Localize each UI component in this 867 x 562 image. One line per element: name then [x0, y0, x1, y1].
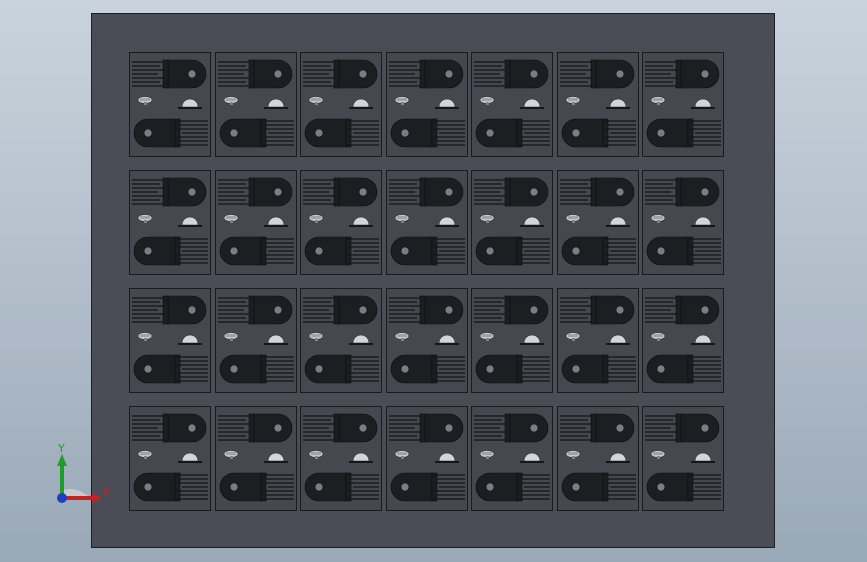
- hinge-part-graphic: [389, 413, 465, 502]
- hinge-part-graphic: [389, 59, 465, 148]
- hinge-part-graphic: [132, 177, 208, 266]
- hinge-part-graphic: [303, 59, 379, 148]
- hinge-part-graphic: [560, 177, 636, 266]
- hinge-part-graphic: [389, 177, 465, 266]
- hinge-part-graphic: [218, 59, 294, 148]
- hinge-part-graphic: [303, 413, 379, 502]
- cavity-cell[interactable]: [129, 52, 211, 157]
- graphics-viewport[interactable]: Y X: [0, 0, 867, 562]
- cavity-cell[interactable]: [129, 406, 211, 511]
- cavity-cell[interactable]: [642, 288, 724, 393]
- hinge-part-graphic: [218, 413, 294, 502]
- cavity-cell[interactable]: [471, 52, 553, 157]
- hinge-part-graphic: [645, 177, 721, 266]
- cavity-cell[interactable]: [557, 406, 639, 511]
- hinge-part-graphic: [560, 295, 636, 384]
- hinge-part-graphic: [645, 413, 721, 502]
- cavity-cell[interactable]: [215, 288, 297, 393]
- cavity-cell[interactable]: [642, 406, 724, 511]
- cavity-cell[interactable]: [386, 170, 468, 275]
- hinge-part-graphic: [474, 295, 550, 384]
- hinge-part-graphic: [218, 177, 294, 266]
- cavity-cell[interactable]: [129, 170, 211, 275]
- hinge-part-graphic: [474, 59, 550, 148]
- hinge-part-graphic: [132, 59, 208, 148]
- hinge-part-graphic: [132, 413, 208, 502]
- hinge-part-graphic: [474, 413, 550, 502]
- cavity-cell[interactable]: [215, 52, 297, 157]
- cavity-cell[interactable]: [300, 288, 382, 393]
- hinge-part-graphic: [303, 177, 379, 266]
- cavity-cell[interactable]: [642, 170, 724, 275]
- hinge-part-graphic: [645, 59, 721, 148]
- cavity-cell[interactable]: [557, 52, 639, 157]
- cavity-cell[interactable]: [300, 52, 382, 157]
- hinge-part-graphic: [474, 177, 550, 266]
- cavity-cell[interactable]: [557, 170, 639, 275]
- cavity-cell[interactable]: [129, 288, 211, 393]
- cavity-cell[interactable]: [300, 170, 382, 275]
- hinge-part-graphic: [645, 295, 721, 384]
- hinge-part-graphic: [303, 295, 379, 384]
- cavity-cell[interactable]: [386, 52, 468, 157]
- hinge-part-graphic: [132, 295, 208, 384]
- cavity-cell[interactable]: [386, 288, 468, 393]
- triad-x-label: X: [102, 486, 110, 499]
- hinge-part-graphic: [560, 59, 636, 148]
- cavity-cell[interactable]: [471, 288, 553, 393]
- cavity-cell[interactable]: [215, 406, 297, 511]
- hinge-part-graphic: [560, 413, 636, 502]
- cavity-cell[interactable]: [386, 406, 468, 511]
- cavity-cell[interactable]: [471, 406, 553, 511]
- cavity-cell[interactable]: [471, 170, 553, 275]
- cavity-cell[interactable]: [215, 170, 297, 275]
- mold-plate[interactable]: [91, 13, 775, 548]
- triad-y-label: Y: [58, 442, 65, 455]
- hinge-part-graphic: [218, 295, 294, 384]
- cavity-cell[interactable]: [642, 52, 724, 157]
- cavity-cell[interactable]: [300, 406, 382, 511]
- hinge-part-graphic: [389, 295, 465, 384]
- cavity-cell[interactable]: [557, 288, 639, 393]
